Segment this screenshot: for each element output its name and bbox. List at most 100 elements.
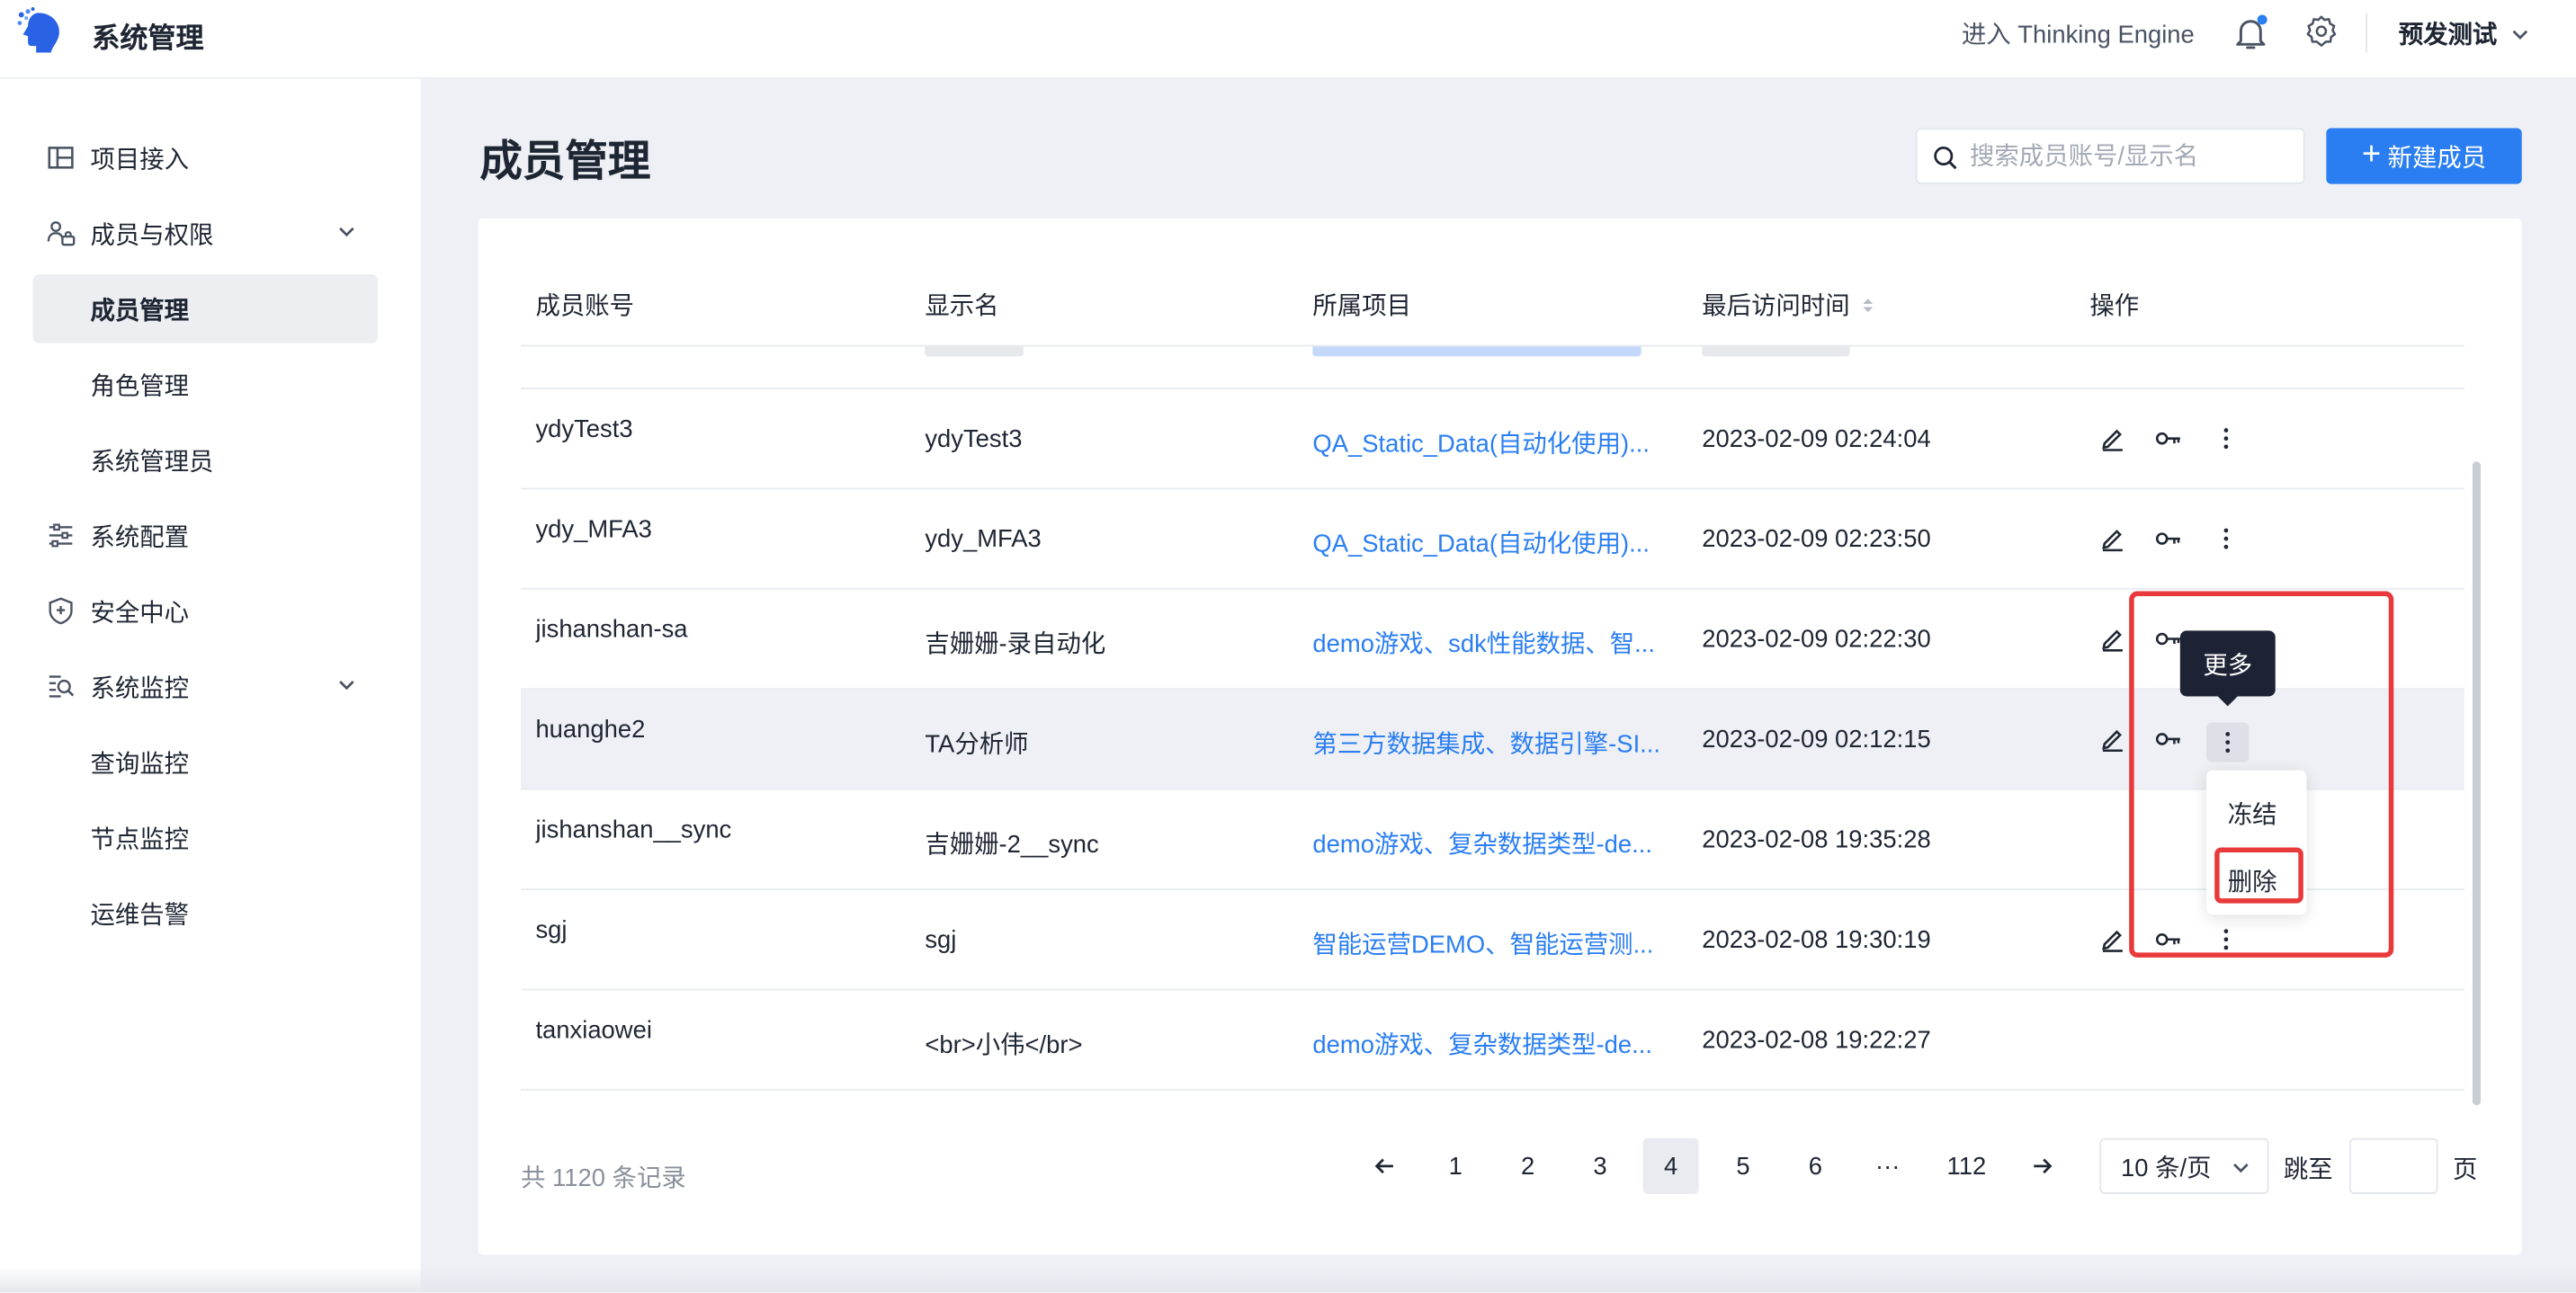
search-icon <box>1934 147 1957 170</box>
sidebar-item-ops-alert[interactable]: 运维告警 <box>33 878 379 948</box>
page-button-2[interactable]: 2 <box>1500 1138 1556 1194</box>
account-cell: ydyTest3 <box>535 415 633 444</box>
project-link[interactable]: 智能运营DEMO、智能运营测... <box>1312 926 1670 960</box>
account-cell: huanghe2 <box>535 716 646 745</box>
enter-thinking-engine-link[interactable]: 进入 Thinking Engine <box>1962 16 2195 50</box>
bottom-shadow <box>0 1266 2576 1293</box>
edit-icon[interactable] <box>2097 524 2127 554</box>
new-member-button[interactable]: + 新建成员 <box>2326 128 2522 184</box>
sidebar-item-label: 系统配置 <box>90 522 190 551</box>
search-input[interactable] <box>1970 129 2299 183</box>
gear-icon[interactable] <box>2303 13 2339 49</box>
column-header-project: 所属项目 <box>1312 292 1412 321</box>
last-visit-cell: 2023-02-09 02:12:15 <box>1702 726 1931 754</box>
sidebar-item-role-management[interactable]: 角色管理 <box>33 350 379 419</box>
chevron-down-icon <box>2233 1164 2249 1173</box>
sidebar-item-node-monitor[interactable]: 节点监控 <box>33 803 379 872</box>
table-row: ydy_MFA3 ydy_MFA3 QA_Static_Data(自动化使用).… <box>521 489 2464 590</box>
project-link[interactable]: demo游戏、复杂数据类型-de... <box>1312 1027 1670 1061</box>
last-visit-cell: 2023-02-09 02:22:30 <box>1702 625 1931 654</box>
environment-label: 预发测试 <box>2398 21 2498 49</box>
sidebar-item-label: 查询监控 <box>90 749 190 778</box>
account-cell: jishanshan__sync <box>535 816 732 844</box>
column-header-last-visit[interactable]: 最后访问时间 <box>1702 288 1876 322</box>
layout-icon <box>48 147 74 169</box>
page-button-112[interactable]: 112 <box>1930 1138 2002 1194</box>
page-ellipsis[interactable]: ··· <box>1860 1138 1916 1194</box>
top-bar: 系统管理 进入 Thinking Engine 预发测试 <box>0 0 2576 79</box>
sliders-icon <box>49 523 73 548</box>
sidebar-item-label: 成员与权限 <box>90 220 214 249</box>
topbar-divider <box>2366 13 2368 53</box>
display-name-cell: ydy_MFA3 <box>925 525 1042 554</box>
sidebar-item-project-access[interactable]: 项目接入 <box>33 123 379 192</box>
page-button-1[interactable]: 1 <box>1427 1138 1483 1194</box>
chevron-down-icon <box>339 681 354 691</box>
sidebar-item-system-monitor[interactable]: 系统监控 <box>33 652 379 721</box>
search-box[interactable] <box>1915 128 2305 184</box>
last-visit-cell: 2023-02-08 19:30:19 <box>1702 926 1931 955</box>
sidebar: 项目接入 成员与权限 成员管理 角色管理 系统管理员 系统配置 安全中心 系统监… <box>0 78 421 1293</box>
clipped-text <box>1702 346 1850 357</box>
users-icon <box>47 221 76 246</box>
project-link[interactable]: QA_Static_Data(自动化使用)... <box>1312 525 1670 559</box>
column-header-actions: 操作 <box>2089 292 2140 321</box>
project-link[interactable]: 第三方数据集成、数据引擎-SI... <box>1312 726 1670 760</box>
prev-page-button[interactable] <box>1357 1138 1413 1194</box>
table-scrollbar[interactable] <box>2472 461 2482 1106</box>
sidebar-item-label: 成员管理 <box>90 296 190 325</box>
chevron-down-icon <box>2512 29 2528 40</box>
account-cell: ydy_MFA3 <box>535 515 652 544</box>
sidebar-item-security-center[interactable]: 安全中心 <box>33 576 379 646</box>
edit-icon[interactable] <box>2097 924 2127 954</box>
sidebar-item-members-permissions[interactable]: 成员与权限 <box>33 199 379 268</box>
sidebar-item-query-monitor[interactable]: 查询监控 <box>33 727 379 797</box>
page-button-6[interactable]: 6 <box>1787 1138 1843 1194</box>
jump-page-input[interactable] <box>2348 1137 2438 1194</box>
page-button-3[interactable]: 3 <box>1572 1138 1628 1194</box>
sidebar-item-system-config[interactable]: 系统配置 <box>33 501 379 570</box>
display-name-cell: TA分析师 <box>925 730 1029 759</box>
new-member-button-label: 新建成员 <box>2387 143 2487 172</box>
display-name-cell: 吉姗姗-2__sync <box>925 831 1099 860</box>
page-size-select[interactable]: 10 条/页 <box>2099 1137 2269 1194</box>
environment-select[interactable]: 预发测试 <box>2399 16 2530 50</box>
page-size-label: 10 条/页 <box>2121 1154 2212 1182</box>
column-header-account: 成员账号 <box>535 292 635 321</box>
bell-icon[interactable] <box>2231 13 2270 53</box>
sort-icon[interactable] <box>1860 293 1876 317</box>
monitor-search-icon <box>49 675 75 698</box>
clipped-text <box>925 346 1024 357</box>
sidebar-item-label: 运维告警 <box>90 900 190 929</box>
display-name-cell: <br>小伟</br> <box>925 1031 1083 1060</box>
edit-icon[interactable] <box>2097 725 2127 754</box>
more-icon[interactable] <box>2212 524 2241 554</box>
next-page-button[interactable] <box>2014 1138 2070 1194</box>
sidebar-item-label: 系统监控 <box>90 673 190 702</box>
account-cell: sgj <box>535 916 568 945</box>
page-title: 成员管理 <box>479 136 651 186</box>
logo-icon <box>17 7 59 53</box>
display-name-cell: sgj <box>925 926 957 955</box>
page-button-5[interactable]: 5 <box>1715 1138 1771 1194</box>
last-visit-cell: 2023-02-08 19:22:27 <box>1702 1026 1931 1055</box>
key-icon[interactable] <box>2154 524 2184 554</box>
last-visit-cell: 2023-02-09 02:24:04 <box>1702 425 1931 454</box>
app-title: 系统管理 <box>92 22 204 55</box>
clipped-text <box>1312 346 1641 357</box>
shield-icon <box>49 597 73 625</box>
sidebar-item-system-admin[interactable]: 系统管理员 <box>33 425 379 495</box>
more-icon[interactable] <box>2212 424 2241 453</box>
key-icon[interactable] <box>2154 424 2184 453</box>
column-header-display-name: 显示名 <box>925 292 999 321</box>
chevron-down-icon <box>339 227 354 237</box>
sidebar-item-member-management[interactable]: 成员管理 <box>32 274 379 343</box>
edit-icon[interactable] <box>2097 424 2127 453</box>
arrow-right-icon <box>2034 1158 2053 1174</box>
jump-label: 跳至 <box>2283 1155 2333 1184</box>
project-link[interactable]: demo游戏、sdk性能数据、智... <box>1312 626 1670 660</box>
project-link[interactable]: demo游戏、复杂数据类型-de... <box>1312 826 1670 861</box>
page-button-4[interactable]: 4 <box>1642 1137 1699 1194</box>
project-link[interactable]: QA_Static_Data(自动化使用)... <box>1312 425 1670 459</box>
edit-icon[interactable] <box>2097 624 2127 654</box>
